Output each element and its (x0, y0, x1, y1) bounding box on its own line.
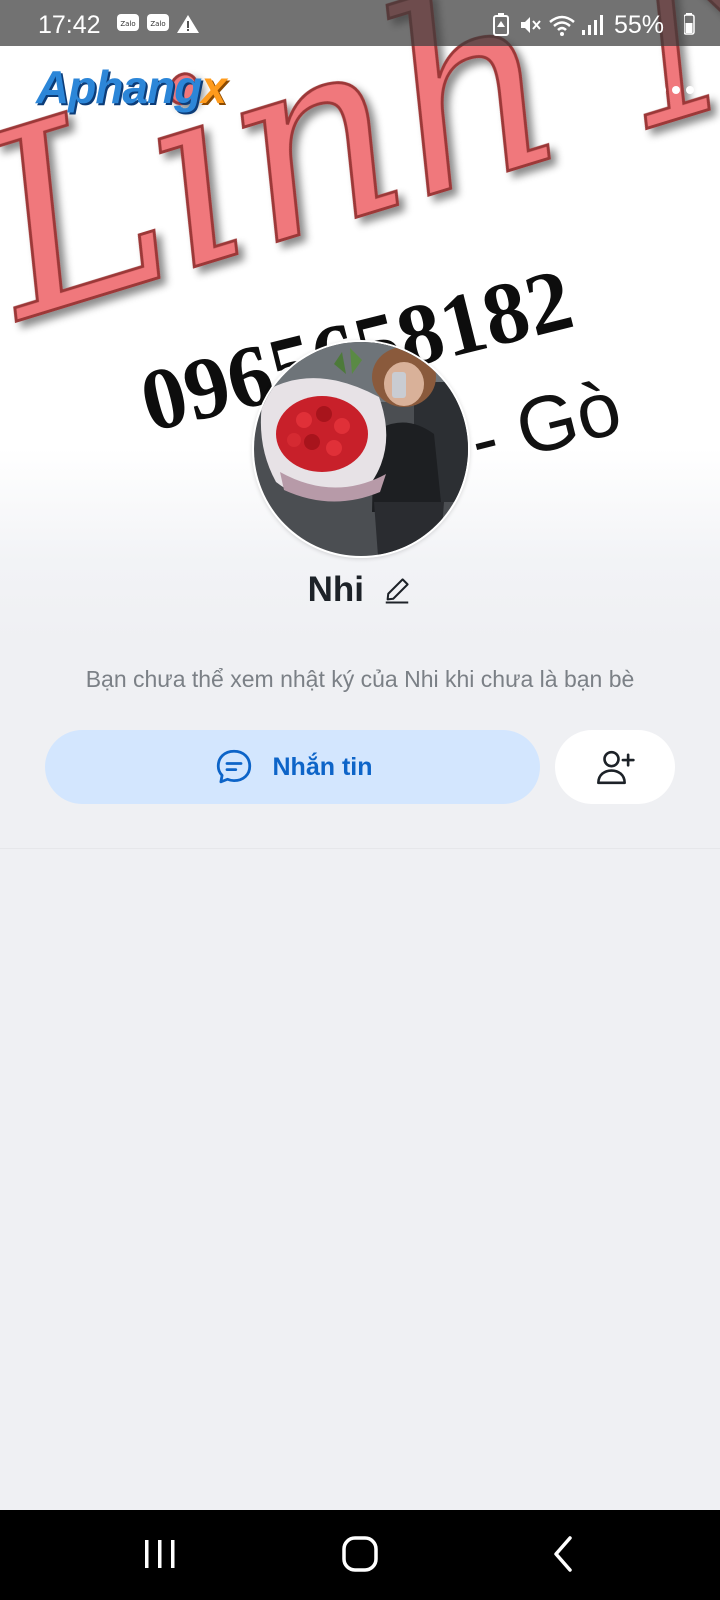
mute-icon (521, 17, 541, 33)
svg-text:Zalo: Zalo (120, 20, 135, 28)
cover-side-text: - Gò (461, 362, 629, 484)
zalo-notification-icon: Zalo (117, 14, 139, 31)
edit-icon[interactable] (382, 575, 412, 605)
home-icon[interactable] (340, 1530, 380, 1580)
chat-icon (216, 749, 251, 784)
phone-icon[interactable] (566, 70, 606, 110)
zalo-notification-icon-2: Zalo (147, 14, 169, 31)
battery-saver-icon (493, 13, 509, 36)
watermark-logo: Aphangx (36, 61, 227, 113)
system-nav-bar (0, 1510, 720, 1600)
message-button-label: Nhắn tin (272, 752, 373, 781)
status-time: 17:42 (38, 11, 101, 39)
add-friend-button[interactable] (555, 730, 675, 804)
battery-percent: 55% (614, 11, 665, 39)
more-icon[interactable] (656, 82, 696, 98)
profile-screen: Linh Nh 0965658182 - Gò 17:42 Zalo Zalo (0, 0, 720, 1600)
svg-text:Zalo: Zalo (150, 20, 165, 28)
diary-restriction-text: Bạn chưa thể xem nhật ký của Nhi khi chư… (85, 666, 635, 692)
nav-back-icon[interactable] (550, 1530, 580, 1580)
recents-icon[interactable] (141, 1530, 181, 1580)
avatar[interactable] (252, 340, 470, 558)
wifi-icon (549, 15, 575, 36)
signal-icon (582, 15, 603, 35)
profile-name-row: Nhi (0, 570, 720, 610)
section-divider (0, 848, 720, 849)
profile-name: Nhi (307, 570, 364, 609)
add-friend-icon (597, 750, 635, 785)
warning-icon (177, 15, 199, 33)
avatar-image (254, 342, 468, 556)
battery-icon (684, 13, 695, 35)
message-button[interactable]: Nhắn tin (45, 730, 540, 804)
status-bar: 17:42 Zalo Zalo 55% (0, 0, 720, 46)
